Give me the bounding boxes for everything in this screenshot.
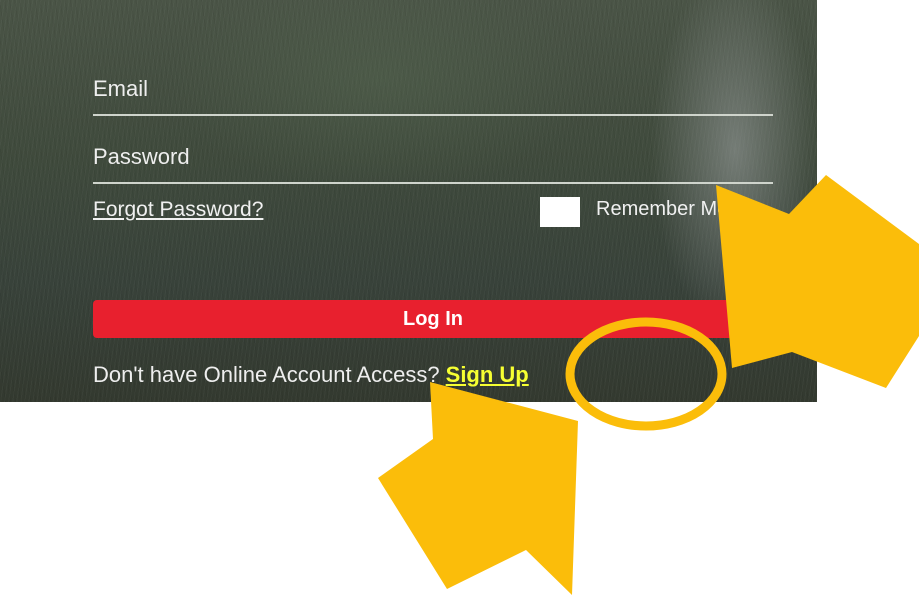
password-field[interactable] (93, 138, 773, 182)
arrow-icon (378, 382, 578, 595)
forgot-password-link[interactable]: Forgot Password? (93, 198, 263, 222)
remember-me-label: Remember Me (596, 198, 729, 220)
password-field-wrapper (93, 138, 773, 184)
signup-row: Don't have Online Account Access? Sign Up (93, 362, 529, 388)
signup-prompt: Don't have Online Account Access? (93, 362, 440, 387)
screenshot-stage: Forgot Password? Remember Me Log In Don'… (0, 0, 919, 598)
remember-me-checkbox[interactable] (540, 197, 580, 227)
sign-up-link[interactable]: Sign Up (446, 362, 529, 387)
login-button[interactable]: Log In (93, 300, 773, 338)
email-field[interactable] (93, 70, 773, 114)
login-panel: Forgot Password? Remember Me Log In Don'… (0, 0, 817, 402)
email-field-wrapper (93, 70, 773, 116)
